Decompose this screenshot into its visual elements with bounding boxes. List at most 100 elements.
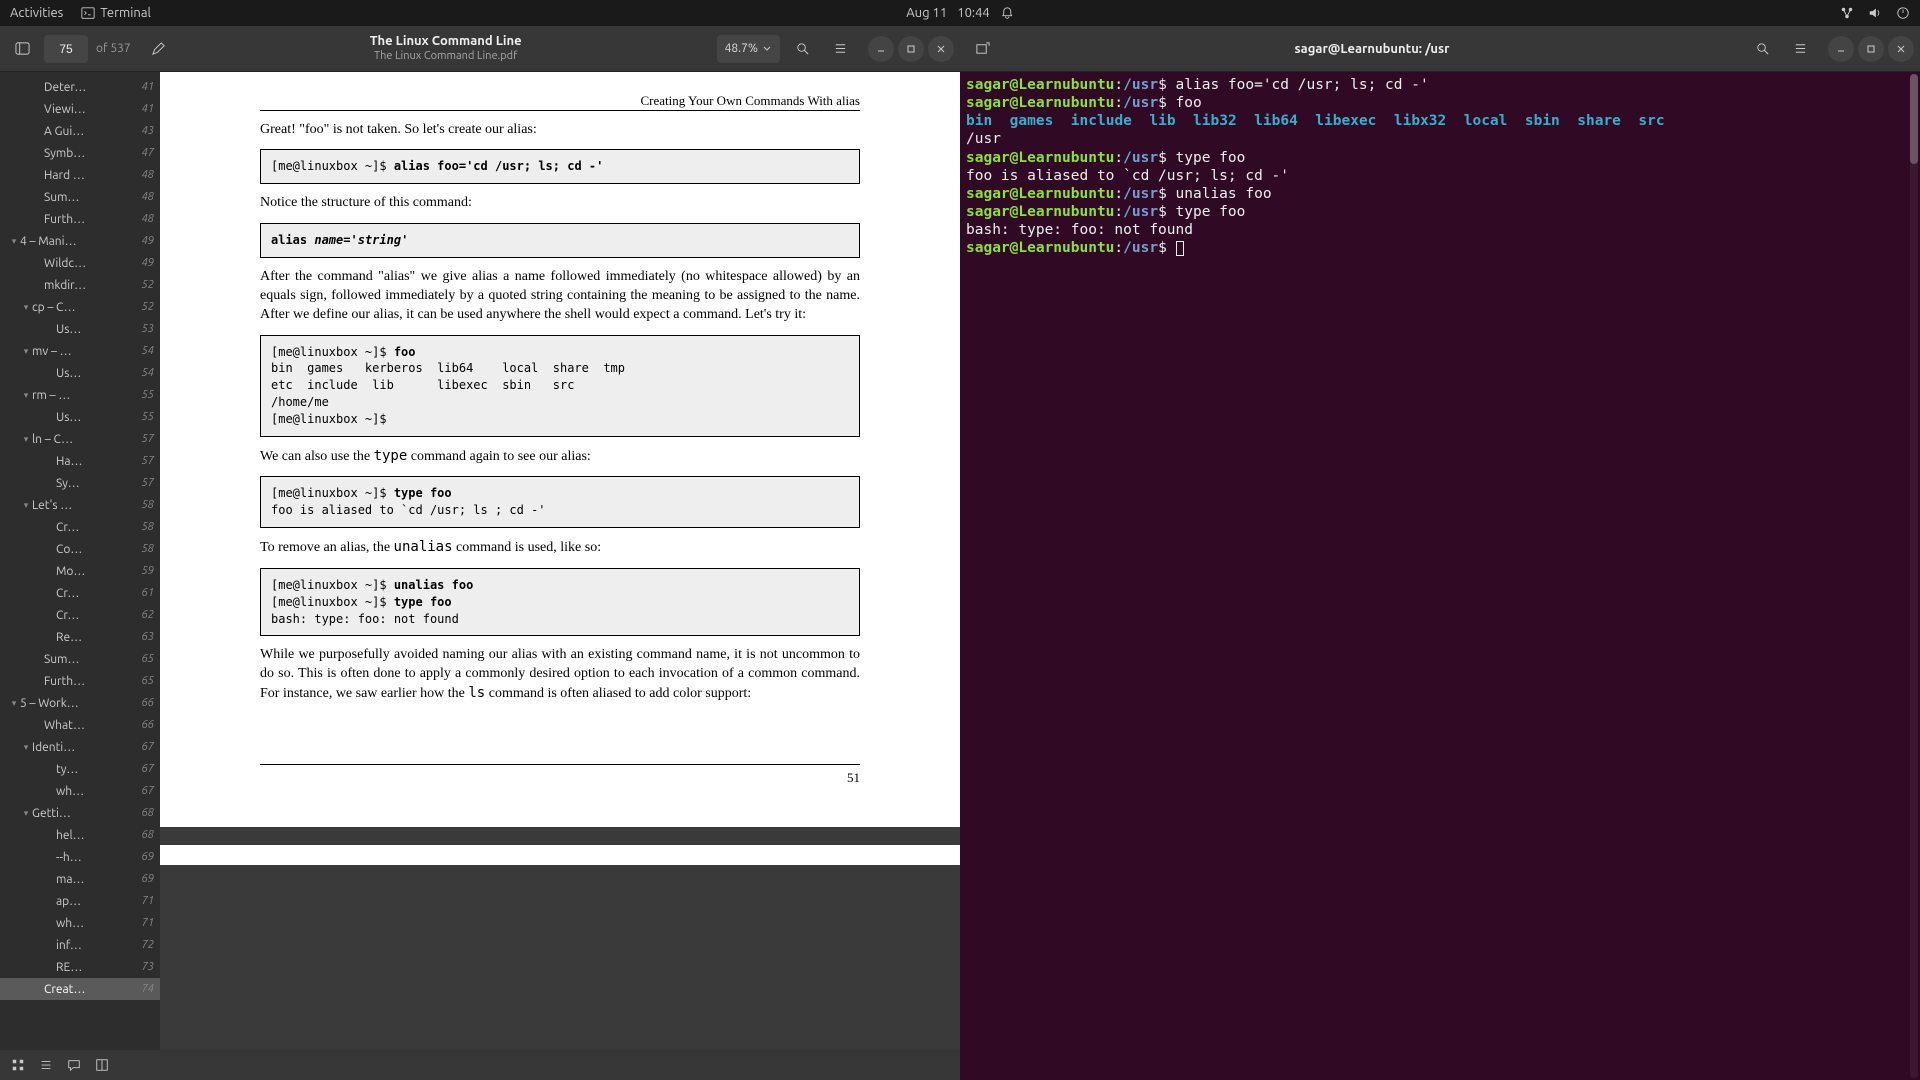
outline-item[interactable]: ▾Identi…67: [0, 736, 160, 758]
disclosure-triangle[interactable]: ▾: [8, 236, 20, 247]
scrollbar[interactable]: [1910, 74, 1918, 1078]
close-button[interactable]: [1888, 36, 1914, 62]
power-icon[interactable]: [1896, 6, 1910, 20]
outline-item[interactable]: Ha…57: [0, 450, 160, 472]
menu-button[interactable]: [824, 33, 856, 65]
outline-item[interactable]: Sum…65: [0, 648, 160, 670]
pdf-next-page-peek: [160, 845, 960, 865]
outline-page: 54: [142, 367, 154, 379]
outline-item[interactable]: Creat…74: [0, 978, 160, 1000]
scrollbar-thumb[interactable]: [1910, 74, 1918, 164]
outline-item[interactable]: Deter…41: [0, 76, 160, 98]
thumbnails-button[interactable]: [6, 1053, 30, 1077]
bookmarks-button[interactable]: [90, 1053, 114, 1077]
terminal-body[interactable]: sagar@Learnubuntu:/usr$ alias foo='cd /u…: [960, 72, 1920, 1080]
minimize-button[interactable]: [1828, 36, 1854, 62]
outline-item[interactable]: mkdir…52: [0, 274, 160, 296]
outline-sidebar[interactable]: Deter…41Viewi…41A Gui…43Symb…47Hard …48S…: [0, 72, 160, 1050]
body-text: To remove an alias, the unalias command …: [260, 538, 860, 558]
search-button[interactable]: [786, 33, 818, 65]
maximize-button[interactable]: [1858, 36, 1884, 62]
outline-item[interactable]: Hard …48: [0, 164, 160, 186]
outline-item[interactable]: ▾4 – Mani…49: [0, 230, 160, 252]
outline-page: 65: [142, 653, 154, 665]
outline-item[interactable]: hel…68: [0, 824, 160, 846]
disclosure-triangle[interactable]: ▾: [20, 390, 32, 401]
terminal-menu-button[interactable]: [1784, 33, 1816, 65]
outline-label: What…: [44, 719, 138, 732]
outline-item[interactable]: Wildc…49: [0, 252, 160, 274]
disclosure-triangle[interactable]: ▾: [20, 346, 32, 357]
volume-icon[interactable]: [1868, 6, 1882, 20]
outline-item[interactable]: ▾ln – C…57: [0, 428, 160, 450]
outline-page: 63: [142, 631, 154, 643]
outline-item[interactable]: Co…58: [0, 538, 160, 560]
pdf-page: Creating Your Own Commands With alias Gr…: [160, 72, 960, 827]
page-header: Creating Your Own Commands With alias: [260, 92, 860, 111]
outline-item[interactable]: Us…54: [0, 362, 160, 384]
disclosure-triangle[interactable]: ▾: [20, 500, 32, 511]
outline-page: 67: [142, 741, 154, 753]
disclosure-triangle[interactable]: ▾: [20, 434, 32, 445]
disclosure-triangle[interactable]: ▾: [20, 742, 32, 753]
outline-item[interactable]: ty…67: [0, 758, 160, 780]
outline-item[interactable]: Sum…48: [0, 186, 160, 208]
outline-label: Cr…: [56, 609, 138, 622]
page-viewport[interactable]: Creating Your Own Commands With alias Gr…: [160, 72, 960, 1050]
outline-label: Co…: [56, 543, 138, 556]
outline-label: Symb…: [44, 147, 138, 160]
sidebar-toggle-button[interactable]: [6, 33, 38, 65]
page-footer-rule: [260, 764, 860, 765]
outline-item[interactable]: Cr…62: [0, 604, 160, 626]
disclosure-triangle[interactable]: ▾: [20, 302, 32, 313]
outline-item[interactable]: A Gui…43: [0, 120, 160, 142]
outline-item[interactable]: wh…71: [0, 912, 160, 934]
outline-item[interactable]: ▾mv – …54: [0, 340, 160, 362]
terminal-search-button[interactable]: [1746, 33, 1778, 65]
maximize-button[interactable]: [898, 36, 924, 62]
outline-item[interactable]: Furth…48: [0, 208, 160, 230]
page-number-input[interactable]: [44, 35, 88, 63]
new-tab-button[interactable]: [966, 33, 998, 65]
outline-item[interactable]: What…66: [0, 714, 160, 736]
outline-label: ln – C…: [32, 433, 138, 446]
outline-item[interactable]: RE…73: [0, 956, 160, 978]
outline-item[interactable]: Cr…58: [0, 516, 160, 538]
outline-button[interactable]: [34, 1053, 58, 1077]
activities-button[interactable]: Activities: [10, 6, 63, 20]
outline-item[interactable]: ap…71: [0, 890, 160, 912]
outline-page: 49: [142, 235, 154, 247]
outline-page: 59: [142, 565, 154, 577]
outline-item[interactable]: Cr…61: [0, 582, 160, 604]
outline-item[interactable]: ▾Let's …58: [0, 494, 160, 516]
outline-item[interactable]: Furth…65: [0, 670, 160, 692]
hamburger-icon: [1793, 41, 1808, 56]
zoom-dropdown[interactable]: 48.7%: [717, 35, 780, 63]
outline-item[interactable]: Us…53: [0, 318, 160, 340]
outline-item[interactable]: Sy…57: [0, 472, 160, 494]
outline-item[interactable]: --h…69: [0, 846, 160, 868]
outline-item[interactable]: Re…63: [0, 626, 160, 648]
disclosure-triangle[interactable]: ▾: [8, 698, 20, 709]
outline-page: 57: [142, 477, 154, 489]
outline-item[interactable]: wh…67: [0, 780, 160, 802]
minimize-button[interactable]: [868, 36, 894, 62]
outline-item[interactable]: Symb…47: [0, 142, 160, 164]
annotate-button[interactable]: [143, 33, 175, 65]
datetime[interactable]: Aug 11 10:44: [906, 6, 1014, 20]
close-button[interactable]: [928, 36, 954, 62]
outline-item[interactable]: Viewi…41: [0, 98, 160, 120]
outline-page: 52: [142, 279, 154, 291]
outline-item[interactable]: ▾5 – Work…66: [0, 692, 160, 714]
outline-item[interactable]: ▾rm – …55: [0, 384, 160, 406]
outline-item[interactable]: inf…72: [0, 934, 160, 956]
outline-item[interactable]: ▾Getti…68: [0, 802, 160, 824]
outline-item[interactable]: ▾cp – C…52: [0, 296, 160, 318]
outline-item[interactable]: Us…55: [0, 406, 160, 428]
outline-item[interactable]: Mo…59: [0, 560, 160, 582]
app-menu[interactable]: Terminal: [81, 6, 151, 20]
disclosure-triangle[interactable]: ▾: [20, 808, 32, 819]
outline-item[interactable]: ma…69: [0, 868, 160, 890]
network-icon[interactable]: [1840, 6, 1854, 20]
annotations-button[interactable]: [62, 1053, 86, 1077]
